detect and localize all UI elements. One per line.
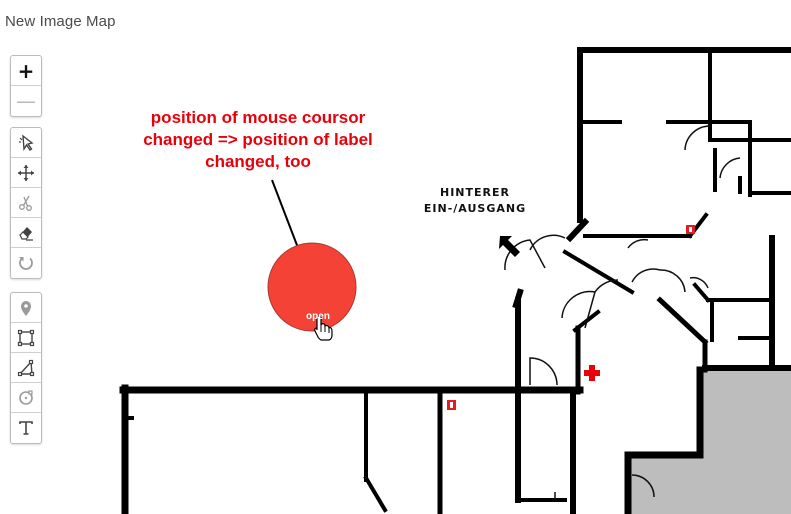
polygon-icon	[17, 359, 35, 376]
annotation-line: changed => position of label	[143, 130, 373, 149]
text-tool-button[interactable]	[11, 413, 41, 443]
zoom-in-button[interactable]: +	[11, 56, 41, 86]
circle-icon	[19, 389, 33, 405]
move-arrows-icon	[18, 164, 34, 181]
text-icon	[19, 421, 33, 435]
polygon-tool-button[interactable]	[11, 353, 41, 383]
fire-extinguisher-sign-icon	[447, 225, 695, 410]
marker-tool-button[interactable]	[11, 293, 41, 323]
rectangle-tool-button[interactable]	[11, 323, 41, 353]
shaded-room	[628, 370, 791, 514]
floor-plan-image[interactable]	[0, 0, 791, 514]
sign-text-line2: EIN-/AUSGANG	[423, 202, 527, 215]
select-tool-button[interactable]	[11, 128, 41, 158]
first-aid-cross-icon	[584, 365, 600, 381]
eraser-icon	[19, 226, 33, 241]
rectangle-icon	[17, 329, 35, 346]
minus-icon: —	[16, 89, 36, 113]
cut-tool-button[interactable]	[11, 188, 41, 218]
annotation-line: position of mouse coursor	[150, 108, 366, 127]
rotate-icon	[19, 257, 33, 270]
app-title: New Image Map	[5, 13, 116, 30]
erase-tool-button[interactable]	[11, 218, 41, 248]
scissors-icon	[19, 195, 32, 211]
sign-text-line1: HINTERER	[440, 186, 510, 199]
zoom-controls: + —	[10, 55, 42, 117]
draw-toolbar	[10, 292, 42, 444]
map-pin-icon	[21, 300, 31, 316]
select-cursor-icon	[19, 133, 34, 151]
rotate-tool-button[interactable]	[11, 248, 41, 278]
circle-tool-button[interactable]	[11, 383, 41, 413]
marker-label[interactable]: open	[296, 311, 340, 322]
edit-toolbar	[10, 127, 42, 279]
image-map-editor: New Image Map position of mouse coursor …	[0, 0, 791, 514]
move-tool-button[interactable]	[11, 158, 41, 188]
annotation-text: position of mouse coursor changed => pos…	[118, 107, 398, 173]
plus-icon: +	[17, 58, 35, 83]
zoom-out-button[interactable]: —	[11, 86, 41, 116]
annotation-line: changed, too	[205, 152, 311, 171]
